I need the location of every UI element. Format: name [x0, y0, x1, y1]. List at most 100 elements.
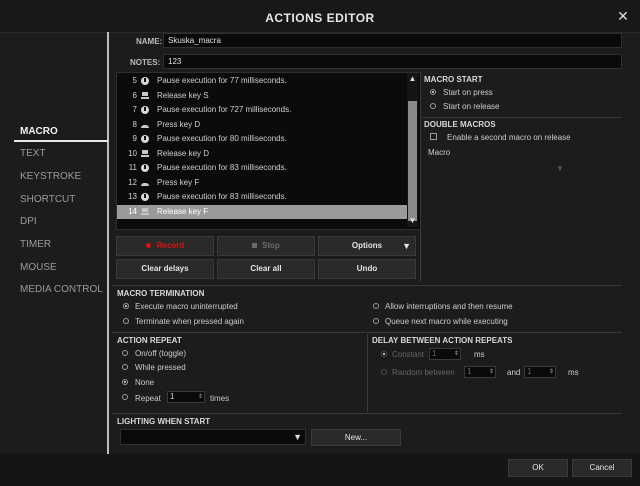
- sidebar-item-mouse[interactable]: MOUSE: [20, 262, 57, 273]
- ok-button[interactable]: OK: [508, 459, 568, 477]
- sidebar-item-media-control[interactable]: MEDIA CONTROL: [20, 284, 103, 295]
- list-item-selected[interactable]: 14 Release key F: [117, 205, 407, 219]
- list-item[interactable]: 8 Press key D: [117, 118, 407, 132]
- repeat-radio[interactable]: [122, 394, 128, 400]
- sidebar-item-shortcut[interactable]: SHORTCUT: [20, 194, 75, 205]
- macro-action-list[interactable]: 5 Pause execution for 77 milliseconds. 6…: [116, 72, 421, 230]
- row-number: 7: [132, 105, 137, 114]
- repeat-count-stepper[interactable]: 1 ⇕: [167, 391, 205, 403]
- row-number: 6: [132, 91, 137, 100]
- list-item[interactable]: 10 Release key D: [117, 147, 407, 161]
- random-from-stepper[interactable]: 1 ⇕: [464, 366, 496, 378]
- row-number: 13: [128, 192, 137, 201]
- section-divider: [422, 117, 622, 118]
- and-label: and: [507, 368, 521, 377]
- section-divider: [112, 332, 622, 333]
- ms-label: ms: [474, 350, 485, 359]
- action-repeat-title: ACTION REPEAT: [117, 336, 182, 345]
- list-item[interactable]: 13 Pause execution for 83 milliseconds.: [117, 190, 407, 204]
- queue-next-macro-radio[interactable]: [373, 318, 379, 324]
- list-item[interactable]: 5 Pause execution for 77 milliseconds.: [117, 74, 407, 88]
- record-icon: [145, 243, 151, 249]
- execute-uninterrupted-radio[interactable]: [123, 303, 129, 309]
- ms-label: ms: [568, 368, 579, 377]
- sidebar-item-macro[interactable]: MACRO: [20, 126, 58, 137]
- stepper-arrows-icon[interactable]: ⇕: [198, 392, 203, 402]
- section-divider-vertical: [367, 334, 368, 412]
- repeat-label: Repeat: [135, 394, 161, 403]
- enable-second-macro-label: Enable a second macro on release: [447, 133, 571, 142]
- sidebar-item-timer[interactable]: TIMER: [20, 239, 51, 250]
- allow-interruptions-radio[interactable]: [373, 303, 379, 309]
- lighting-title: LIGHTING WHEN START: [117, 417, 211, 426]
- sidebar-item-keystroke[interactable]: KEYSTROKE: [20, 171, 81, 182]
- random-between-radio[interactable]: [381, 369, 387, 375]
- execute-uninterrupted-label: Execute macro uninterrupted: [135, 302, 238, 311]
- list-item[interactable]: 9 Pause execution for 80 milliseconds.: [117, 132, 407, 146]
- options-button[interactable]: Options ▼: [318, 236, 416, 256]
- start-on-press-radio[interactable]: [430, 89, 436, 95]
- enable-second-macro-checkbox[interactable]: [430, 133, 437, 140]
- stepper-arrows-icon[interactable]: ⇕: [454, 349, 459, 359]
- list-item[interactable]: 7 Pause execution for 727 milliseconds.: [117, 103, 407, 117]
- clear-all-button[interactable]: Clear all: [217, 259, 315, 279]
- scroll-thumb[interactable]: [408, 101, 417, 221]
- random-from-value: 1: [467, 367, 472, 376]
- terminate-when-pressed-label: Terminate when pressed again: [135, 317, 244, 326]
- sidebar-item-dpi[interactable]: DPI: [20, 216, 37, 227]
- list-item[interactable]: 11 Pause execution for 83 milliseconds.: [117, 161, 407, 175]
- times-label: times: [210, 394, 230, 403]
- start-on-press-label: Start on press: [443, 88, 493, 97]
- clock-icon: [141, 77, 149, 85]
- while-pressed-label: While pressed: [135, 363, 186, 372]
- record-button[interactable]: Record: [116, 236, 214, 256]
- undo-button[interactable]: Undo: [318, 259, 416, 279]
- chevron-down-icon[interactable]: ▼: [556, 164, 564, 173]
- constant-stepper[interactable]: 1 ⇕: [429, 348, 461, 360]
- list-scrollbar[interactable]: ▲ ▼: [407, 73, 418, 227]
- list-item[interactable]: 12 Press key F: [117, 176, 407, 190]
- chevron-down-icon: ▼: [402, 241, 411, 251]
- close-icon[interactable]: ✕: [616, 9, 630, 23]
- key-release-icon: [141, 150, 149, 158]
- key-press-icon: [141, 179, 149, 187]
- sidebar-item-text[interactable]: TEXT: [20, 148, 46, 159]
- stop-button[interactable]: Stop: [217, 236, 315, 256]
- random-to-stepper[interactable]: 1 ⇕: [524, 366, 556, 378]
- row-text: Press key D: [157, 120, 201, 129]
- notes-field[interactable]: [163, 54, 622, 69]
- row-text: Pause execution for 80 milliseconds.: [157, 134, 287, 143]
- key-press-icon: [141, 121, 149, 129]
- random-to-value: 1: [527, 367, 532, 376]
- clear-delays-button[interactable]: Clear delays: [116, 259, 214, 279]
- row-text: Press key F: [157, 178, 200, 187]
- row-text: Release key F: [157, 207, 209, 216]
- scroll-top-icon[interactable]: ▲: [407, 74, 418, 84]
- cancel-button[interactable]: Cancel: [572, 459, 632, 477]
- while-pressed-radio[interactable]: [122, 364, 128, 370]
- name-field[interactable]: [163, 33, 622, 48]
- scroll-bottom-icon[interactable]: ▼: [407, 216, 418, 226]
- list-item[interactable]: 6 Release key S: [117, 89, 407, 103]
- constant-radio[interactable]: [381, 351, 387, 357]
- new-lighting-button[interactable]: New...: [311, 429, 401, 446]
- clock-icon: [141, 164, 149, 172]
- title-bar: ACTIONS EDITOR ✕: [0, 0, 640, 33]
- row-text: Pause execution for 83 milliseconds.: [157, 192, 287, 201]
- clock-icon: [141, 135, 149, 143]
- start-on-release-radio[interactable]: [430, 103, 436, 109]
- stepper-arrows-icon[interactable]: ⇕: [489, 367, 494, 377]
- allow-interruptions-label: Allow interruptions and then resume: [385, 302, 513, 311]
- row-number: 5: [132, 76, 137, 85]
- terminate-when-pressed-radio[interactable]: [123, 318, 129, 324]
- on-off-toggle-radio[interactable]: [122, 350, 128, 356]
- row-number: 9: [132, 134, 137, 143]
- sidebar-active-underline: [14, 140, 108, 142]
- record-label: Record: [156, 241, 185, 250]
- window-title: ACTIONS EDITOR: [265, 11, 375, 25]
- section-divider: [112, 413, 622, 414]
- none-radio[interactable]: [122, 379, 128, 385]
- stepper-arrows-icon[interactable]: ⇕: [549, 367, 554, 377]
- lighting-select[interactable]: ▼: [120, 429, 306, 445]
- none-label: None: [135, 378, 155, 387]
